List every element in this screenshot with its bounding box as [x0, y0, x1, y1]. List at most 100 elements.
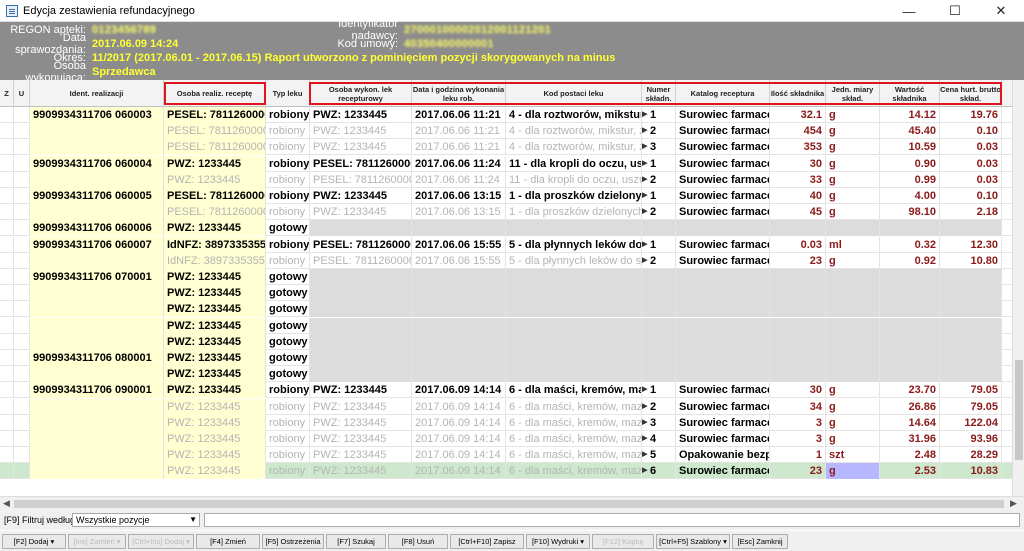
cell-data[interactable]: 2017.06.09 14:14: [412, 447, 506, 464]
cell-kod[interactable]: [506, 366, 642, 383]
scroll-left-icon[interactable]: ◀: [3, 498, 10, 509]
horizontal-scrollbar[interactable]: ◀ ▶: [0, 496, 1024, 510]
cell-data[interactable]: [412, 333, 506, 350]
table-row[interactable]: 9909934311706 080001 PWZ: 1233445 gotowy: [0, 350, 1012, 366]
cell-il[interactable]: [770, 317, 826, 334]
cell-kat[interactable]: Surowiec farmaceut.: [676, 382, 770, 399]
cell-il[interactable]: 0.03: [770, 236, 826, 253]
cell-typ[interactable]: gotowy: [266, 366, 310, 383]
scroll-right-icon[interactable]: ▶: [1010, 498, 1017, 509]
cell-kat[interactable]: Surowiec farmaceut.: [676, 204, 770, 221]
cell-cena[interactable]: 122.04: [940, 414, 1002, 431]
table-row[interactable]: IdNFZ: 3897335355 robiony PESEL: 781126000…: [0, 252, 1012, 269]
cell-typ[interactable]: robiony: [266, 123, 310, 140]
cell-il[interactable]: 34: [770, 398, 826, 415]
cell-nr[interactable]: ▶ 2: [642, 204, 676, 221]
cell-wart[interactable]: 23.70: [880, 382, 940, 399]
cell-kat[interactable]: Surowiec farmaceut.: [676, 155, 770, 172]
cell-kat[interactable]: Surowiec farmaceut.: [676, 188, 770, 204]
cell-data[interactable]: 2017.06.06 15:55: [412, 236, 506, 253]
cell-z[interactable]: [0, 269, 14, 285]
cell-data[interactable]: 2017.06.09 14:14: [412, 414, 506, 431]
table-row[interactable]: PWZ: 1233445 gotowy: [0, 333, 1012, 350]
cell-kat[interactable]: Surowiec farmaceut.: [676, 107, 770, 123]
cell-kat[interactable]: Surowiec farmaceut.: [676, 139, 770, 156]
cell-typ[interactable]: robiony: [266, 171, 310, 188]
filter-input[interactable]: [204, 513, 1020, 527]
cell-u[interactable]: [14, 123, 30, 140]
cell-typ[interactable]: robiony: [266, 139, 310, 156]
cell-jm[interactable]: g: [826, 431, 880, 447]
cell-kod[interactable]: 1 - dla proszków dzielonych -: [506, 188, 642, 204]
cell-nr[interactable]: [642, 285, 676, 302]
table-row[interactable]: PESEL: 78112600003 robiony PWZ: 1233445 201…: [0, 139, 1012, 156]
cell-wykon[interactable]: PWZ: 1233445: [310, 447, 412, 464]
cell-nr[interactable]: ▶ 2: [642, 252, 676, 269]
cell-kod[interactable]: 6 - dla maści, kremów, mazide: [506, 382, 642, 399]
col-ilosc[interactable]: Ilość składnika: [770, 80, 826, 107]
cell-il[interactable]: [770, 220, 826, 237]
cell-kod[interactable]: 6 - dla maści, kremów, mazide: [506, 447, 642, 464]
cell-z[interactable]: [0, 188, 14, 204]
cell-wart[interactable]: 0.32: [880, 236, 940, 253]
cell-data[interactable]: [412, 350, 506, 366]
cell-kod[interactable]: 11 - dla kropli do oczu, uszu i: [506, 171, 642, 188]
cell-u[interactable]: [14, 269, 30, 285]
cell-wart[interactable]: 0.99: [880, 171, 940, 188]
cell-data[interactable]: 2017.06.09 14:14: [412, 431, 506, 447]
cell-wykon[interactable]: PWZ: 1233445: [310, 139, 412, 156]
cell-jm[interactable]: g: [826, 463, 880, 480]
cell-kat[interactable]: [676, 301, 770, 318]
cell-z[interactable]: [0, 463, 14, 480]
cell-cena[interactable]: [940, 220, 1002, 237]
table-row[interactable]: PWZ: 1233445 robiony PWZ: 1233445 2017.06.0…: [0, 463, 1012, 480]
table-row[interactable]: 9909934311706 060006 PWZ: 1233445 gotowy: [0, 220, 1012, 237]
col-typ[interactable]: Typ leku: [266, 80, 310, 107]
cell-cena[interactable]: 0.03: [940, 155, 1002, 172]
table-row[interactable]: PWZ: 1233445 gotowy: [0, 285, 1012, 302]
cell-z[interactable]: [0, 350, 14, 366]
cell-data[interactable]: [412, 366, 506, 383]
cell-il[interactable]: [770, 285, 826, 302]
cell-ident[interactable]: [30, 398, 164, 415]
cell-data[interactable]: [412, 285, 506, 302]
cell-osoba[interactable]: PWZ: 1233445: [164, 220, 266, 237]
cell-kod[interactable]: 4 - dla roztworów, mikstur, ze: [506, 139, 642, 156]
cell-kod[interactable]: [506, 269, 642, 285]
cell-nr[interactable]: [642, 269, 676, 285]
cell-wart[interactable]: [880, 366, 940, 383]
cell-wart[interactable]: 0.92: [880, 252, 940, 269]
cell-wart[interactable]: 2.53: [880, 463, 940, 480]
cell-typ[interactable]: robiony: [266, 236, 310, 253]
cell-jm[interactable]: [826, 350, 880, 366]
cell-data[interactable]: 2017.06.09 14:14: [412, 398, 506, 415]
cell-cena[interactable]: 79.05: [940, 398, 1002, 415]
cell-cena[interactable]: [940, 317, 1002, 334]
col-osoba-wykon[interactable]: Osoba wykon. lek recepturowy: [310, 80, 412, 107]
cell-osoba[interactable]: PESEL: 78112600003: [164, 139, 266, 156]
cell-osoba[interactable]: PESEL: 78112600003: [164, 107, 266, 123]
cell-nr[interactable]: ▶ 1: [642, 382, 676, 399]
cell-wykon[interactable]: PWZ: 1233445: [310, 398, 412, 415]
cell-kat[interactable]: Surowiec farmaceut.: [676, 431, 770, 447]
cell-jm[interactable]: [826, 220, 880, 237]
cell-typ[interactable]: gotowy: [266, 333, 310, 350]
cell-kod[interactable]: [506, 333, 642, 350]
table-row[interactable]: PWZ: 1233445 robiony PWZ: 1233445 2017.06.0…: [0, 398, 1012, 415]
cell-z[interactable]: [0, 431, 14, 447]
cell-jm[interactable]: g: [826, 188, 880, 204]
cell-wart[interactable]: 45.40: [880, 123, 940, 140]
cell-wykon[interactable]: [310, 350, 412, 366]
cell-jm[interactable]: [826, 285, 880, 302]
cell-il[interactable]: 33: [770, 171, 826, 188]
cell-nr[interactable]: ▶ 1: [642, 188, 676, 204]
col-kod-postaci[interactable]: Kod postaci leku: [506, 80, 642, 107]
cell-osoba[interactable]: PWZ: 1233445: [164, 350, 266, 366]
cell-osoba[interactable]: PWZ: 1233445: [164, 447, 266, 464]
cell-nr[interactable]: ▶ 5: [642, 447, 676, 464]
cell-typ[interactable]: gotowy: [266, 317, 310, 334]
cell-jm[interactable]: g: [826, 139, 880, 156]
cell-kod[interactable]: 6 - dla maści, kremów, mazide: [506, 398, 642, 415]
cell-typ[interactable]: robiony: [266, 155, 310, 172]
cell-z[interactable]: [0, 414, 14, 431]
